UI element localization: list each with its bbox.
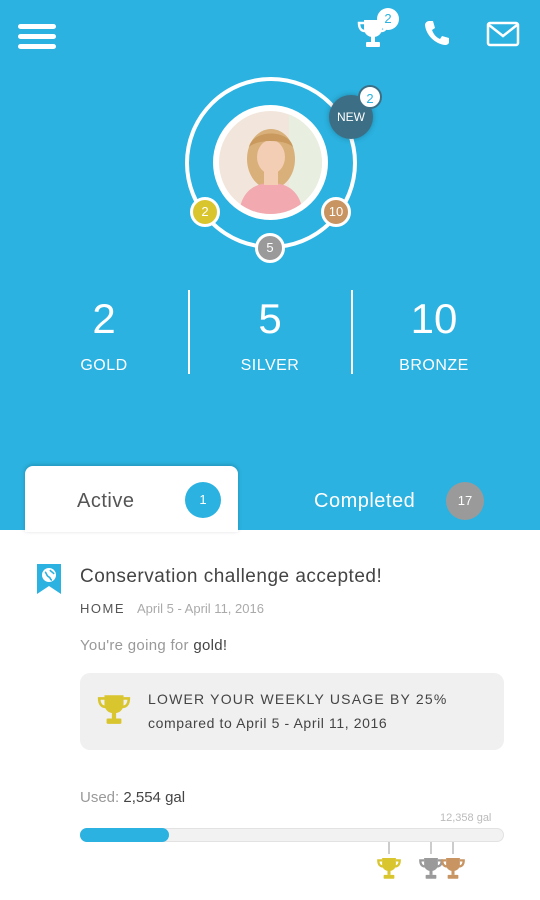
challenge-target-level: gold! [193,637,228,654]
gold-medal-badge: 2 [190,197,220,227]
challenge-title: Conservation challenge accepted! [80,566,383,587]
bronze-marker [452,842,454,854]
avatar-photo [219,111,322,214]
silver-marker [430,842,432,854]
profile-header: 2 NEW 2 2 5 10 2 GOLD 5 SILVER 10 BRONZE… [0,0,540,530]
tab-completed[interactable]: Completed 17 [300,480,500,524]
stat-divider [351,290,353,374]
usage-progress-fill [80,828,169,842]
silver-stat: 5 SILVER [190,295,350,375]
challenge-target-prefix: You're going for [80,637,194,654]
usage-prefix: Used: [80,789,124,806]
challenge-target: You're going for gold! [80,637,227,654]
bronze-trophy-icon [440,855,466,881]
usage-label: Used: 2,554 gal [80,789,185,806]
hamburger-menu-icon[interactable] [18,22,58,52]
new-medals-count: 2 [358,85,382,109]
silver-count: 5 [258,295,282,342]
trophy-icon[interactable]: 2 [356,8,399,52]
tab-completed-label: Completed [314,490,416,512]
challenge-dates: April 5 - April 11, 2016 [137,601,264,616]
tab-active-label: Active [77,490,135,512]
usage-value: 2,554 gal [123,789,186,806]
gold-marker [388,842,390,854]
trophy-icon [96,691,132,727]
trophy-count-badge: 2 [377,8,399,30]
silver-label: SILVER [240,357,300,374]
avatar[interactable] [213,105,328,220]
mail-icon[interactable] [486,20,520,54]
bronze-stat: 10 BRONZE [354,295,514,375]
gold-label: GOLD [80,357,128,374]
gold-trophy-icon [376,855,402,881]
challenge-category: HOME [80,601,125,616]
silver-medal-badge: 5 [255,233,285,263]
bronze-medal-badge: 10 [321,197,351,227]
globe-ribbon-icon [34,562,64,596]
tab-active[interactable]: Active 1 [25,466,238,532]
bronze-label: BRONZE [399,357,469,374]
gold-stat: 2 GOLD [24,295,184,375]
gold-count: 2 [92,295,116,342]
goal-text: LOWER YOUR WEEKLY USAGE BY 25% [148,691,448,707]
tab-active-count: 1 [185,482,221,518]
bronze-count: 10 [410,295,458,342]
tab-completed-count: 17 [446,482,484,520]
usage-max: 12,358 gal [440,812,492,824]
phone-icon[interactable] [422,18,454,52]
goal-comparison: compared to April 5 - April 11, 2016 [148,715,388,731]
goal-card: LOWER YOUR WEEKLY USAGE BY 25% compared … [80,673,504,750]
